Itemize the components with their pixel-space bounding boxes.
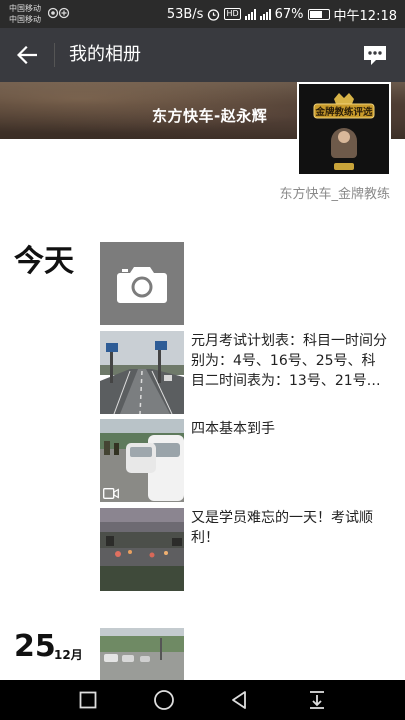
- album-screen: 中国移动 中国移动 53B/s HD 67% 中午12:18 我的相册 东方快车…: [0, 0, 405, 720]
- video-icon: [103, 488, 119, 499]
- badge-emblem: 金牌教练评选: [313, 93, 375, 119]
- dusk-road-photo: [100, 508, 184, 591]
- message-icon: [364, 46, 386, 65]
- carrier-labels: 中国移动 中国移动: [9, 3, 41, 25]
- post-thumbnail[interactable]: [100, 419, 184, 502]
- signal-icon: [244, 8, 256, 20]
- post-text: 元月考试计划表：科目一时间分别为：4号、16号、25号、科目二时间表为：13号、…: [191, 333, 387, 389]
- clock: 中午12:18: [333, 8, 397, 24]
- post-thumbnail[interactable]: [100, 331, 184, 414]
- camera-icon: [117, 266, 167, 303]
- status-right: 53B/s HD 67% 中午12:18: [166, 5, 397, 24]
- post-new-photo-button[interactable]: [100, 242, 184, 325]
- post-item[interactable]: 又是学员难忘的一天！考试顺利！: [100, 508, 390, 591]
- notification-icons: [47, 7, 70, 22]
- app-notification-icon: [47, 7, 70, 19]
- road-photo: [100, 331, 184, 414]
- parking-lot-photo: [100, 628, 184, 680]
- hd-icon: HD: [224, 8, 241, 20]
- post-thumbnail[interactable]: [100, 508, 184, 591]
- avatar-ribbon: [334, 163, 354, 170]
- message-button[interactable]: [361, 42, 389, 68]
- arrow-left-icon: [17, 46, 37, 64]
- today-label: 今天: [14, 244, 74, 279]
- badge-text: 金牌教练评选: [314, 106, 373, 118]
- title-divider: [54, 43, 55, 67]
- title-bar: 我的相册: [0, 28, 405, 82]
- net-speed: 53B/s: [166, 6, 204, 22]
- avatar-person: [331, 128, 357, 158]
- back-triangle-icon: [232, 691, 246, 709]
- avatar[interactable]: 金牌教练评选: [297, 82, 391, 176]
- post-item[interactable]: 元月考试计划表：科目一时间分别为：4号、16号、25号、科目二时间表为：13号、…: [100, 331, 390, 414]
- date-month: 12月: [54, 648, 83, 662]
- post-item[interactable]: 四本基本到手: [100, 419, 390, 502]
- back-nav-button[interactable]: [227, 688, 253, 712]
- status-bar: 中国移动 中国移动 53B/s HD 67% 中午12:18: [0, 0, 405, 28]
- system-nav-bar: [0, 680, 405, 720]
- signal-icon-2: [259, 8, 271, 20]
- back-button[interactable]: [10, 39, 44, 71]
- page-title: 我的相册: [69, 44, 141, 65]
- post-text: 四本基本到手: [191, 421, 275, 437]
- carrier-1: 中国移动: [9, 4, 41, 13]
- profile-name: 东方快车-赵永辉: [152, 107, 268, 125]
- battery-percent: 67%: [274, 6, 304, 22]
- profile-signature: 东方快车_金牌教练: [279, 187, 390, 202]
- battery-icon: [307, 8, 330, 20]
- post-item[interactable]: [100, 628, 390, 680]
- date-day: 25: [14, 629, 56, 664]
- alarm-icon: [208, 8, 220, 21]
- home-icon: [154, 690, 174, 710]
- home-button[interactable]: [151, 688, 177, 712]
- carrier-2: 中国移动: [9, 15, 41, 24]
- recent-apps-icon: [79, 691, 97, 709]
- notification-pull-button[interactable]: [304, 688, 330, 712]
- battery-fill: [309, 10, 322, 18]
- notification-pull-icon: [310, 691, 324, 709]
- post-thumbnail[interactable]: [100, 628, 184, 680]
- recent-apps-button[interactable]: [75, 688, 101, 712]
- post-text: 又是学员难忘的一天！考试顺利！: [191, 510, 373, 546]
